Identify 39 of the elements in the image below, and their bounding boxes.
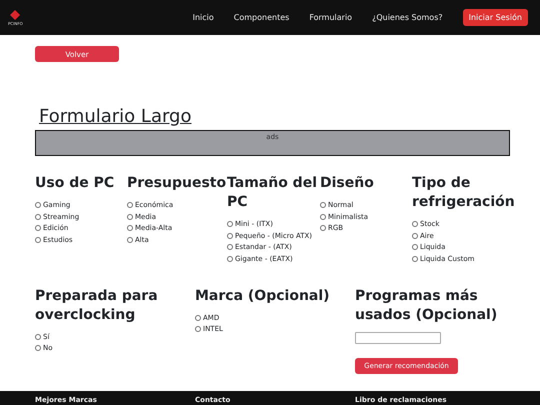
logo-icon: [10, 10, 20, 20]
radio-button[interactable]: [35, 225, 41, 232]
radio-button[interactable]: [320, 202, 326, 208]
nav-link[interactable]: Formulario: [309, 13, 352, 22]
group-heading: Presupuesto: [127, 174, 227, 193]
nav-link[interactable]: ¿Quienes Somos?: [372, 13, 443, 22]
radio-button[interactable]: [195, 326, 201, 332]
radio-button[interactable]: [127, 214, 133, 220]
nav-link[interactable]: Componentes: [234, 13, 290, 22]
form-title: Formulario Largo: [39, 106, 192, 127]
radio-button[interactable]: [227, 244, 233, 250]
group-heading: Preparada para overclocking: [35, 286, 159, 325]
group-heading: Marca (Opcional): [195, 286, 331, 306]
radio-button[interactable]: [227, 232, 233, 239]
group-heading: Diseño: [320, 174, 375, 193]
group-heading: Uso de PC: [35, 174, 116, 193]
radio-button[interactable]: [35, 214, 41, 220]
login-button[interactable]: Iniciar Sesión: [462, 9, 528, 26]
radio-button[interactable]: [127, 225, 133, 232]
radio-button[interactable]: [127, 202, 133, 208]
radio-button[interactable]: [35, 202, 41, 208]
radio-button[interactable]: [195, 314, 201, 321]
radio-button[interactable]: [227, 256, 233, 262]
radio-button[interactable]: [320, 214, 326, 220]
radio-button[interactable]: [35, 236, 41, 243]
radio-button[interactable]: [412, 256, 418, 262]
group-heading: Programas más usados (Opcional): [355, 286, 498, 325]
radio-button[interactable]: [412, 232, 418, 239]
radio-button[interactable]: [412, 244, 418, 250]
radio-button[interactable]: [35, 334, 41, 340]
radio-button[interactable]: [227, 220, 233, 227]
radio-button[interactable]: [412, 220, 418, 227]
group-heading: Tamaño del PC: [227, 174, 318, 212]
radio-button[interactable]: [127, 236, 133, 243]
group-heading: Tipo de refrigeración: [412, 174, 516, 212]
programs-input-field[interactable]: [355, 332, 441, 344]
radio-button[interactable]: [320, 225, 326, 232]
radio-button[interactable]: [35, 345, 41, 352]
nav-link[interactable]: Inicio: [192, 13, 214, 22]
